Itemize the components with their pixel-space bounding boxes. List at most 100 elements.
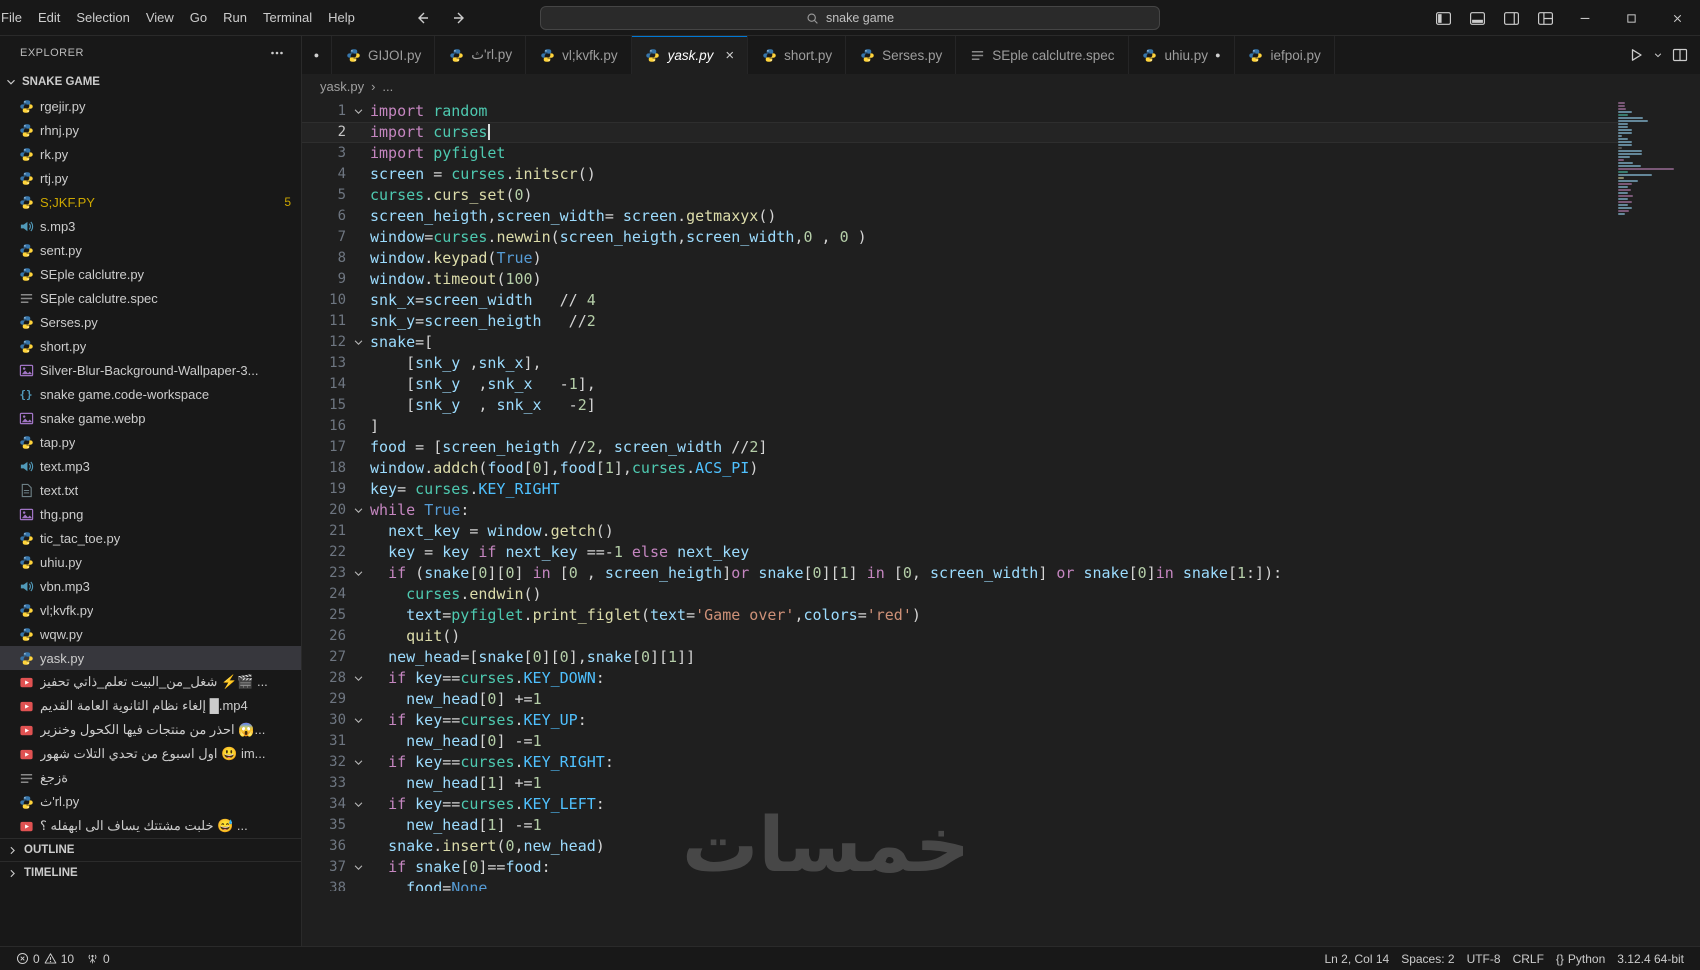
code-text[interactable]: snk_x=screen_width // 4 [370, 290, 596, 311]
customize-layout-icon[interactable] [1532, 5, 1558, 31]
code-text[interactable]: new_head=[snake[0][0],snake[0][1]] [370, 647, 695, 668]
close-icon[interactable]: × [725, 48, 734, 63]
indentation[interactable]: Spaces: 2 [1395, 947, 1460, 970]
file-item[interactable]: short.py [0, 334, 301, 358]
file-item[interactable]: rk.py [0, 142, 301, 166]
file-item[interactable]: SEple calclutre.spec [0, 286, 301, 310]
fold-chevron-icon[interactable] [346, 752, 370, 773]
file-item[interactable]: tic_tac_toe.py [0, 526, 301, 550]
fold-chevron-icon[interactable] [346, 500, 370, 521]
tab-yask.py[interactable]: yask.py × [631, 36, 749, 74]
split-editor-button[interactable] [1672, 47, 1688, 63]
code-text[interactable]: if (snake[0][0] in [0 , screen_heigth]or… [370, 563, 1282, 584]
code-text[interactable]: if key==curses.KEY_LEFT: [370, 794, 605, 815]
cursor-position[interactable]: Ln 2, Col 14 [1318, 947, 1395, 970]
code-text[interactable]: screen = curses.initscr() [370, 164, 596, 185]
code-text[interactable]: ] [370, 416, 379, 437]
menu-selection[interactable]: Selection [68, 0, 137, 36]
breadcrumb-file[interactable]: yask.py [320, 79, 364, 94]
problems-indicator[interactable]: 0 10 [10, 947, 80, 970]
fold-chevron-icon[interactable] [346, 710, 370, 731]
tab-partial[interactable]: ● [302, 36, 332, 74]
file-item[interactable]: اول اسبوع من تحدي التلات شهور 😃 im... [0, 742, 301, 766]
code-text[interactable]: food = [screen_heigth //2, screen_width … [370, 437, 767, 458]
code-text[interactable]: quit() [370, 626, 460, 647]
code-text[interactable]: if key==curses.KEY_UP: [370, 710, 587, 731]
code-text[interactable]: if key==curses.KEY_DOWN: [370, 668, 605, 689]
language-mode[interactable]: {} Python [1550, 947, 1611, 970]
file-item[interactable]: wqw.py [0, 622, 301, 646]
minimize-button[interactable] [1562, 0, 1608, 36]
file-item[interactable]: S;JKF.PY 5 [0, 190, 301, 214]
forward-arrow-icon[interactable] [449, 7, 471, 29]
code-text[interactable]: import curses [370, 122, 491, 143]
code-text[interactable]: next_key = window.getch() [370, 521, 614, 542]
file-item[interactable]: rhnj.py [0, 118, 301, 142]
code-text[interactable]: curses.curs_set(0) [370, 185, 533, 206]
menu-view[interactable]: View [138, 0, 182, 36]
close-window-button[interactable] [1654, 0, 1700, 36]
file-item[interactable]: rgejir.py [0, 94, 301, 118]
code-viewport[interactable]: 1 import random 2 import curses 3 import pyfi… [302, 101, 1620, 891]
code-text[interactable]: new_head[1] +=1 [370, 773, 541, 794]
tab-GIJOI.py[interactable]: GIJOI.py [332, 36, 436, 74]
code-text[interactable]: window.addch(food[0],food[1],curses.ACS_… [370, 458, 758, 479]
file-item[interactable]: خلبت مشتتك يساف الى ابهفله ؟ 😅 ... [0, 814, 301, 838]
tab-short.py[interactable]: short.py [748, 36, 847, 74]
breadcrumb-symbol[interactable]: ... [382, 79, 393, 94]
more-actions-icon[interactable] [269, 45, 285, 61]
minimap[interactable] [1618, 102, 1688, 216]
code-text[interactable]: food=None [370, 878, 487, 891]
file-item[interactable]: vbn.mp3 [0, 574, 301, 598]
maximize-button[interactable] [1608, 0, 1654, 36]
code-text[interactable]: snake.insert(0,new_head) [370, 836, 605, 857]
code-text[interactable]: key = key if next_key ==-1 else next_key [370, 542, 749, 563]
code-text[interactable]: new_head[0] +=1 [370, 689, 541, 710]
file-item[interactable]: uhiu.py [0, 550, 301, 574]
code-text[interactable]: new_head[1] -=1 [370, 815, 541, 836]
run-button[interactable] [1628, 47, 1644, 63]
tab-ث'rl.py[interactable]: ث'rl.py [435, 36, 527, 74]
file-item[interactable]: Serses.py [0, 310, 301, 334]
fold-chevron-icon[interactable] [346, 668, 370, 689]
folder-section-header[interactable]: SNAKE GAME [0, 70, 301, 94]
tab-vl;kvfk.py[interactable]: vl;kvfk.py [526, 36, 632, 74]
ports-indicator[interactable]: 0 [80, 947, 116, 970]
file-item[interactable]: شغل_من_البيت تعلم_ذاتي تحفيز ⚡🎬 ... [0, 670, 301, 694]
toggle-sidebar-icon[interactable] [1430, 5, 1456, 31]
menu-run[interactable]: Run [215, 0, 255, 36]
run-dropdown-chevron-icon[interactable] [1653, 50, 1663, 60]
tab-iefpoi.py[interactable]: iefpoi.py [1234, 36, 1335, 74]
file-item[interactable]: thg.png [0, 502, 301, 526]
tab-Serses.py[interactable]: Serses.py [846, 36, 957, 74]
code-text[interactable]: [snk_y ,snk_x -1], [370, 374, 596, 395]
back-arrow-icon[interactable] [411, 7, 433, 29]
file-item[interactable]: text.mp3 [0, 454, 301, 478]
tab-uhiu.py[interactable]: uhiu.py ● [1128, 36, 1235, 74]
file-item[interactable]: tap.py [0, 430, 301, 454]
code-text[interactable]: screen_heigth,screen_width= screen.getma… [370, 206, 776, 227]
file-item[interactable]: Silver-Blur-Background-Wallpaper-3... [0, 358, 301, 382]
code-text[interactable]: new_head[0] -=1 [370, 731, 541, 752]
code-text[interactable]: key= curses.KEY_RIGHT [370, 479, 560, 500]
file-item[interactable]: إلغاء نظام الثانوية العامة القديم █.mp4 [0, 694, 301, 718]
fold-chevron-icon[interactable] [346, 101, 370, 122]
fold-chevron-icon[interactable] [346, 563, 370, 584]
file-item[interactable]: SEple calclutre.py [0, 262, 301, 286]
code-text[interactable]: window.timeout(100) [370, 269, 542, 290]
code-text[interactable]: if key==curses.KEY_RIGHT: [370, 752, 614, 773]
code-text[interactable]: if snake[0]==food: [370, 857, 551, 878]
code-text[interactable]: text=pyfiglet.print_figlet(text='Game ov… [370, 605, 921, 626]
code-text[interactable]: window.keypad(True) [370, 248, 542, 269]
menu-go[interactable]: Go [182, 0, 215, 36]
file-item[interactable]: ث'rl.py [0, 790, 301, 814]
code-text[interactable]: snk_y=screen_heigth //2 [370, 311, 596, 332]
file-item[interactable]: rtj.py [0, 166, 301, 190]
tab-SEple calclutre.spec[interactable]: SEple calclutre.spec [956, 36, 1129, 74]
code-editor[interactable]: 1 import random 2 import curses 3 import pyfi… [302, 98, 1700, 946]
file-item[interactable]: s.mp3 [0, 214, 301, 238]
toggle-secondary-sidebar-icon[interactable] [1498, 5, 1524, 31]
code-text[interactable]: curses.endwin() [370, 584, 541, 605]
file-item[interactable]: yask.py [0, 646, 301, 670]
file-item[interactable]: ةزجغ [0, 766, 301, 790]
